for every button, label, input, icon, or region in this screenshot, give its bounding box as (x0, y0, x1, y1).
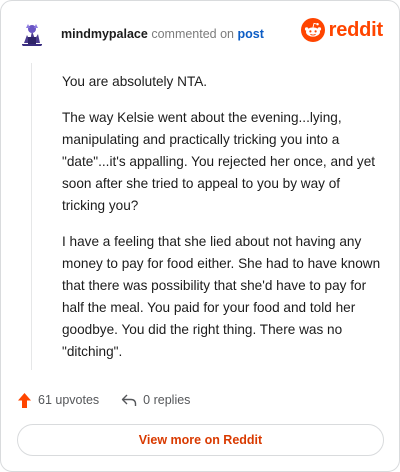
comment-meta: mindmypalace commented on post (61, 26, 264, 42)
embedded-comment-card: mindmypalace commented on post reddit Yo… (0, 0, 400, 472)
replies-button[interactable]: 0 replies (121, 393, 190, 407)
reply-icon (121, 394, 137, 406)
thread-line (31, 63, 32, 370)
upvote-button[interactable]: 61 upvotes (17, 392, 99, 409)
comment-paragraph: You are absolutely NTA. (62, 74, 208, 89)
reddit-wordmark: reddit (328, 18, 384, 41)
reply-count: 0 replies (143, 393, 191, 407)
upvote-arrow-icon (18, 392, 31, 408)
comment-paragraph: The way Kelsie went about the evening...… (62, 110, 376, 213)
reddit-logo-icon (300, 18, 325, 42)
avatar-icon[interactable] (17, 19, 47, 49)
post-link[interactable]: post (238, 27, 264, 41)
comment-header: mindmypalace commented on post reddit (17, 17, 383, 51)
action-text: commented on (151, 27, 235, 41)
username-link[interactable]: mindmypalace (61, 27, 148, 41)
comment-actions: 61 upvotes 0 replies (17, 389, 190, 411)
comment-body: You are absolutely NTA. The way Kelsie w… (62, 71, 382, 377)
reddit-brand[interactable]: reddit (300, 18, 384, 42)
view-more-button[interactable]: View more on Reddit (17, 424, 384, 456)
upvote-count: 61 upvotes (38, 393, 100, 407)
comment-paragraph: I have a feeling that she lied about not… (62, 234, 381, 359)
